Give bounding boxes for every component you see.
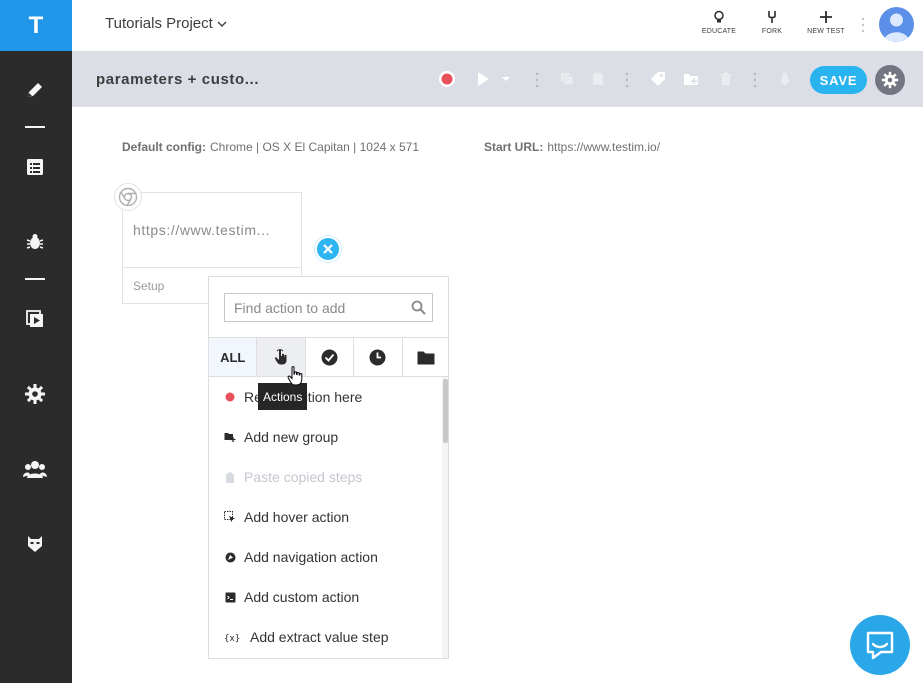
chrome-icon: [114, 183, 142, 211]
gear-icon[interactable]: [22, 381, 48, 407]
setup-url: https://www.testim...: [133, 222, 271, 238]
tab-groups[interactable]: [403, 338, 448, 376]
left-sidebar: T: [0, 0, 72, 683]
gear-icon: [881, 71, 899, 89]
copy-icon[interactable]: [558, 70, 576, 88]
lightbulb-icon: [714, 10, 724, 23]
project-name: Tutorials Project: [105, 15, 213, 32]
hover-icon: [224, 511, 236, 523]
list-item-add-new-group[interactable]: Add new group: [209, 417, 443, 457]
paste-icon[interactable]: [589, 70, 607, 88]
list-item-add-hover-action[interactable]: Add hover action: [209, 497, 443, 537]
list-item-add-extract-value-step[interactable]: {x} Add extract value step: [209, 617, 443, 657]
close-icon: [323, 244, 333, 254]
default-config-value: Chrome | OS X El Capitan | 1024 x 571: [210, 140, 420, 154]
code-icon: [224, 591, 236, 603]
team-icon[interactable]: [22, 456, 48, 482]
start-url-value: https://www.testim.io/: [547, 140, 661, 154]
top-header: Tutorials Project EDUCATE FORK NEW TEST: [72, 0, 923, 51]
add-folder-icon[interactable]: [682, 70, 700, 88]
toolbar-separator: [625, 71, 629, 94]
scrollbar-thumb[interactable]: [443, 379, 448, 443]
chat-icon: [866, 631, 894, 660]
list-item-record-action[interactable]: Record action here: [209, 377, 443, 417]
test-toolbar: parameters + custo... SAVE: [72, 51, 923, 107]
project-selector[interactable]: Tutorials Project: [105, 15, 227, 32]
list-item-add-custom-action[interactable]: Add custom action: [209, 577, 443, 617]
chat-support-button[interactable]: [850, 615, 910, 675]
testim-logo[interactable]: T: [0, 0, 72, 51]
close-action-panel-button[interactable]: [315, 236, 341, 262]
toolbar-separator: [535, 71, 539, 94]
pencil-icon[interactable]: [22, 77, 48, 103]
save-button[interactable]: SAVE: [810, 66, 867, 94]
educate-button[interactable]: EDUCATE: [694, 10, 744, 35]
clock-icon: [369, 349, 386, 365]
list-icon[interactable]: [22, 154, 48, 180]
tab-all[interactable]: ALL: [209, 338, 258, 376]
hand-cursor-icon: [287, 366, 303, 391]
default-config[interactable]: Default config: Chrome | OS X El Capitan …: [122, 140, 419, 154]
user-avatar[interactable]: [879, 7, 914, 42]
search-icon: [411, 300, 426, 315]
record-button[interactable]: [438, 70, 456, 88]
fork-button[interactable]: FORK: [747, 10, 797, 35]
add-action-panel: ALL Record action here Add new group Pas…: [208, 276, 449, 659]
test-settings-button[interactable]: [875, 65, 905, 95]
mask-icon[interactable]: [22, 531, 48, 557]
list-item-add-navigation-action[interactable]: Add navigation action: [209, 537, 443, 577]
extract-icon: {x}: [224, 631, 242, 643]
action-search-input[interactable]: [234, 299, 404, 316]
more-vertical-icon[interactable]: [861, 16, 865, 39]
svg-text:{x}: {x}: [224, 634, 240, 643]
plus-icon: [820, 11, 832, 23]
bug-icon[interactable]: [22, 229, 48, 255]
folder-icon: [417, 351, 435, 364]
start-url[interactable]: Start URL: https://www.testim.io/: [484, 140, 660, 154]
start-url-label: Start URL:: [484, 140, 544, 154]
record-dot-icon: [224, 391, 236, 403]
action-search-box[interactable]: [224, 293, 433, 322]
hand-pointer-icon: [274, 349, 287, 365]
action-list-scrollbar[interactable]: [442, 377, 448, 658]
debug-bug-icon[interactable]: [776, 70, 794, 88]
toolbar-separator: [753, 71, 757, 94]
sidebar-divider: [25, 278, 45, 280]
navigation-icon: [224, 551, 236, 563]
tag-icon[interactable]: [649, 70, 667, 88]
default-config-label: Default config:: [122, 140, 206, 154]
new-test-button[interactable]: NEW TEST: [801, 10, 851, 35]
setup-label: Setup: [133, 279, 165, 293]
list-item-paste-copied-steps: Paste copied steps: [209, 457, 443, 497]
add-group-icon: [224, 431, 236, 443]
sidebar-divider: [25, 126, 45, 128]
tab-wait[interactable]: [354, 338, 403, 376]
check-circle-icon: [321, 349, 338, 365]
clipboard-icon: [224, 471, 236, 483]
action-category-tabs: ALL: [209, 337, 448, 377]
tab-validations[interactable]: [306, 338, 355, 376]
play-runs-icon[interactable]: [22, 306, 48, 332]
trash-icon[interactable]: [717, 70, 735, 88]
play-button[interactable]: [474, 70, 492, 88]
setup-divider: [123, 267, 301, 268]
chevron-down-icon: [217, 21, 227, 27]
play-options-chevron-icon[interactable]: [500, 70, 512, 88]
fork-icon: [768, 11, 776, 23]
test-title[interactable]: parameters + custo...: [96, 71, 259, 88]
